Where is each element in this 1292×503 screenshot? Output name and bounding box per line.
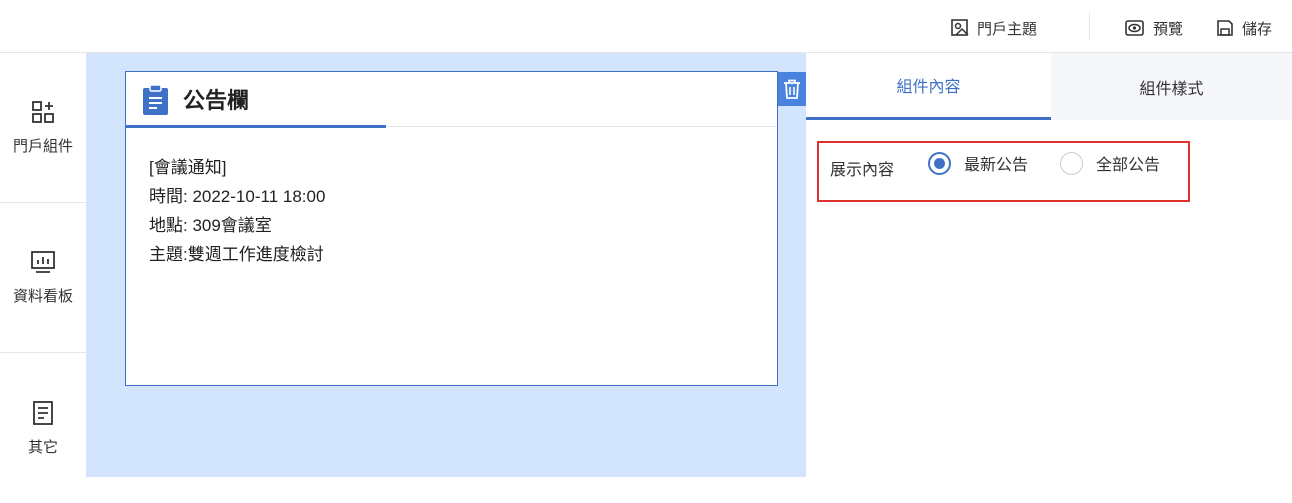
announcement-widget[interactable]: 公告欄 [會議通知] 時間: 2022-10-11 18:00 地點: 309會… — [125, 71, 778, 386]
panel-tabs: 組件內容 組件樣式 — [806, 53, 1292, 120]
preview-button[interactable]: 預覽 — [1124, 15, 1183, 41]
components-icon — [32, 101, 54, 123]
radio-label: 全部公告 — [1096, 155, 1161, 174]
dashboard-icon — [31, 251, 55, 273]
theme-button[interactable]: 門戶主題 — [950, 15, 1037, 41]
trash-icon — [784, 79, 800, 99]
document-icon — [33, 400, 53, 425]
announcement-line: 地點: 309會議室 — [149, 216, 272, 235]
sidebar-item-label: 其它 — [27, 437, 58, 456]
theme-label: 門戶主題 — [977, 19, 1038, 38]
save-label: 儲存 — [1242, 19, 1273, 38]
tab-component-style[interactable]: 組件樣式 — [1051, 53, 1292, 120]
design-canvas: 公告欄 [會議通知] 時間: 2022-10-11 18:00 地點: 309會… — [86, 53, 806, 477]
sidebar-item-components[interactable]: 門戶組件 — [0, 53, 86, 203]
widget-header: 公告欄 — [126, 72, 777, 128]
left-sidebar: 門戶組件 資料看板 其它 — [0, 53, 86, 477]
radio-all-announcements[interactable]: 全部公告 — [1060, 151, 1160, 175]
radio-latest-announcement[interactable]: 最新公告 — [928, 151, 1028, 175]
radio-circle — [1060, 151, 1083, 175]
delete-widget-button[interactable] — [778, 72, 806, 106]
top-toolbar: 門戶主題 預覽 儲存 — [0, 0, 1292, 53]
sidebar-item-dashboard[interactable]: 資料看板 — [0, 203, 86, 353]
radio-label: 最新公告 — [964, 155, 1029, 174]
save-button[interactable]: 儲存 — [1215, 15, 1272, 41]
eye-icon — [1125, 20, 1144, 36]
sidebar-item-label: 資料看板 — [12, 287, 73, 305]
sidebar-item-label: 門戶組件 — [12, 137, 73, 155]
properties-panel: 組件內容 組件樣式 展示內容 最新公告 全部公告 — [806, 53, 1292, 477]
announcement-line: [會議通知] — [149, 158, 227, 177]
announcement-line: 主題:雙週工作進度檢討 — [149, 245, 324, 264]
display-content-label: 展示內容 — [830, 160, 895, 179]
announcement-line: 時間: 2022-10-11 18:00 — [149, 187, 326, 206]
toolbar-divider — [1089, 12, 1090, 40]
save-icon — [1217, 20, 1233, 36]
tab-component-content[interactable]: 組件內容 — [806, 53, 1051, 120]
widget-title: 公告欄 — [183, 88, 250, 114]
radio-circle — [928, 151, 951, 175]
widget-content: [會議通知] 時間: 2022-10-11 18:00 地點: 309會議室 主… — [126, 127, 777, 295]
preview-label: 預覽 — [1153, 19, 1184, 38]
title-underline — [126, 125, 386, 128]
clipboard-icon — [143, 83, 168, 115]
theme-icon — [951, 19, 969, 36]
sidebar-item-others[interactable]: 其它 — [0, 353, 86, 503]
